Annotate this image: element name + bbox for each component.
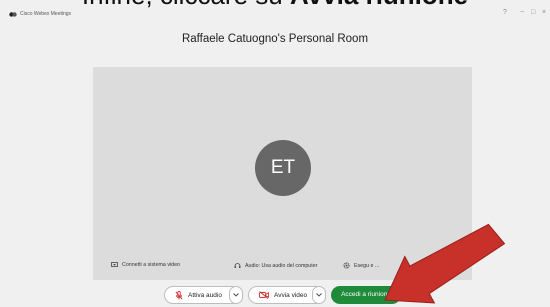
caption-bold-text: Avvia riunione xyxy=(290,0,468,10)
instruction-caption: Infine, cliccare su Avvia riunione xyxy=(0,0,550,11)
caption-text: Infine, cliccare su xyxy=(82,0,290,10)
red-arrow-icon xyxy=(384,223,506,304)
